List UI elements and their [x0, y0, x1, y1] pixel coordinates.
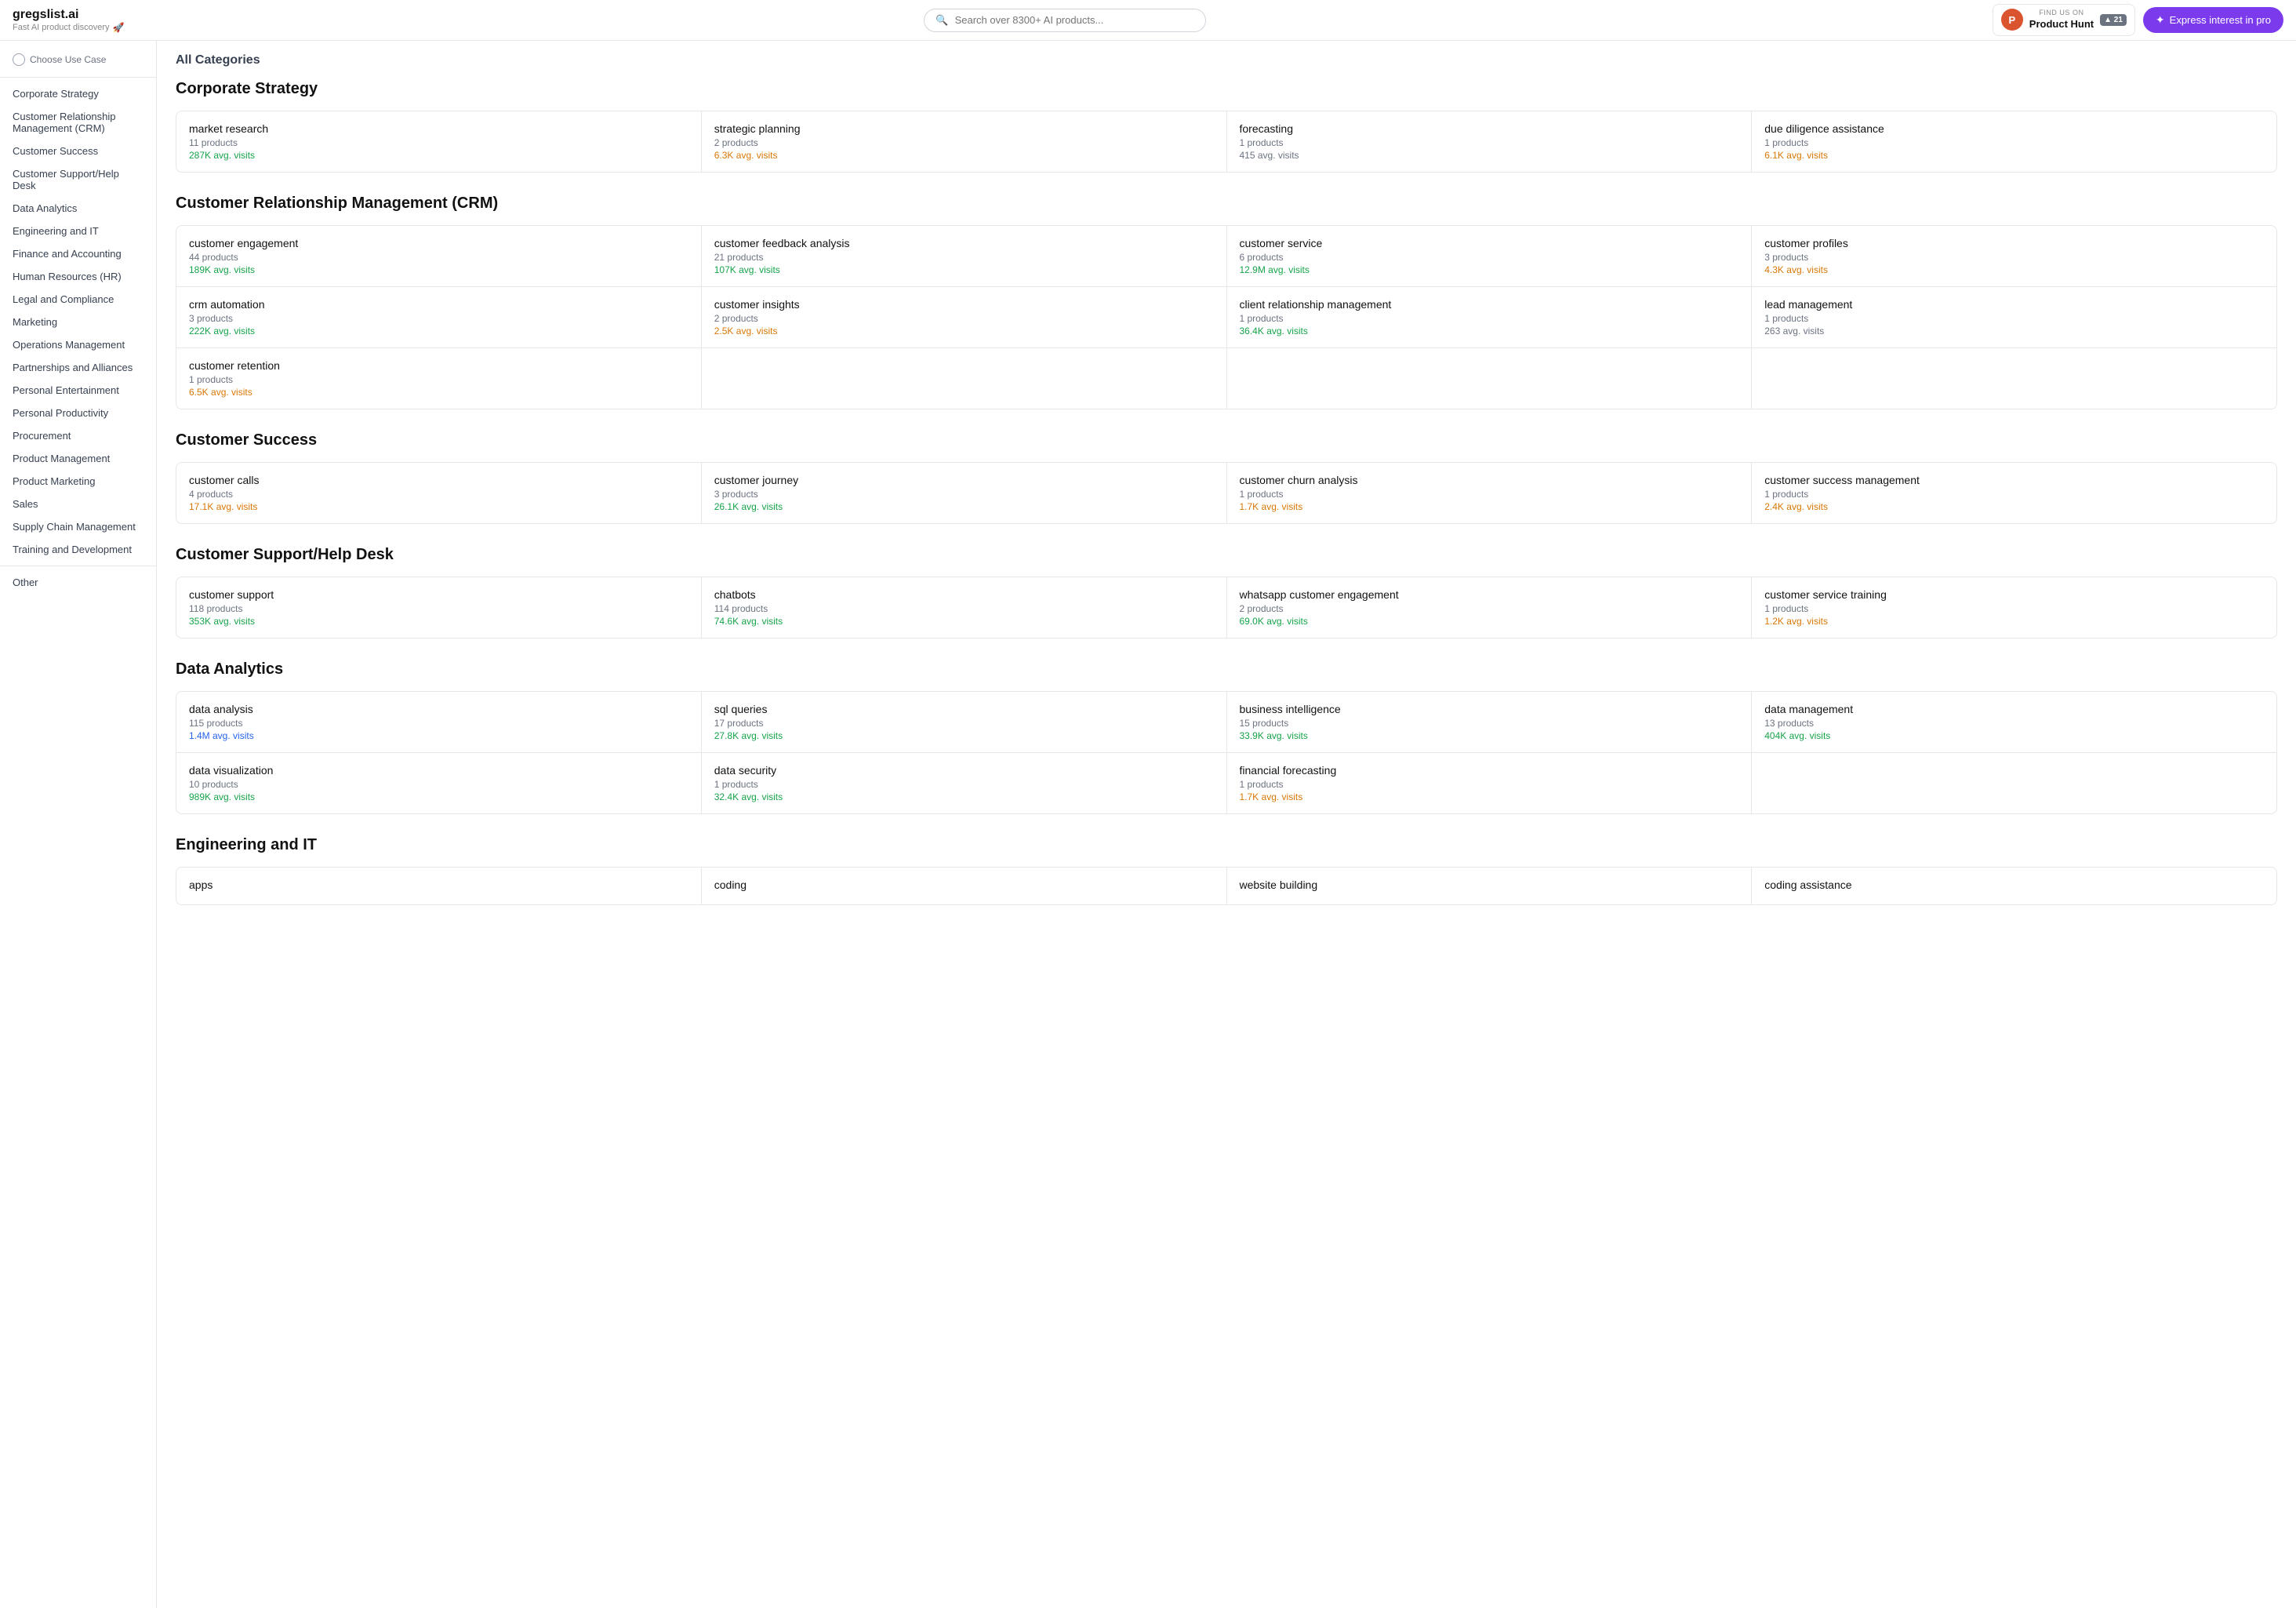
category-heading-customer-support: Customer Support/Help Desk [176, 546, 2277, 567]
sidebar-choose-use-case[interactable]: Choose Use Case [0, 47, 156, 72]
search-box: 🔍 [924, 9, 1206, 32]
search-icon: 🔍 [935, 14, 948, 27]
card-data-placeholder [1752, 753, 2276, 813]
sidebar-item-product-marketing[interactable]: Product Marketing [0, 470, 156, 493]
card-due-diligence[interactable]: due diligence assistance 1 products 6.1K… [1752, 111, 2276, 172]
card-coding[interactable]: coding [702, 868, 1226, 904]
card-crm-placeholder-2 [702, 348, 1226, 409]
card-customer-feedback[interactable]: customer feedback analysis 21 products 1… [702, 226, 1226, 286]
card-chatbots[interactable]: chatbots 114 products 74.6K avg. visits [702, 577, 1226, 638]
sidebar-item-partnerships[interactable]: Partnerships and Alliances [0, 356, 156, 379]
category-corporate-strategy: Corporate Strategy market research 11 pr… [176, 80, 2277, 173]
sidebar-item-corporate-strategy[interactable]: Corporate Strategy [0, 82, 156, 105]
sidebar: Choose Use Case Corporate Strategy Custo… [0, 41, 157, 1608]
sidebar-divider [0, 77, 156, 78]
star-icon: ✦ [2156, 13, 2165, 27]
card-customer-retention[interactable]: customer retention 1 products 6.5K avg. … [176, 348, 701, 409]
card-customer-engagement[interactable]: customer engagement 44 products 189K avg… [176, 226, 701, 286]
category-customer-success: Customer Success customer calls 4 produc… [176, 431, 2277, 524]
card-data-visualization[interactable]: data visualization 10 products 989K avg.… [176, 753, 701, 813]
card-data-analysis[interactable]: data analysis 115 products 1.4M avg. vis… [176, 692, 701, 752]
category-crm: Customer Relationship Management (CRM) c… [176, 195, 2277, 409]
card-customer-calls[interactable]: customer calls 4 products 17.1K avg. vis… [176, 463, 701, 523]
header-right: P FIND US ON Product Hunt ▲ 21 ✦ Express… [1993, 4, 2283, 36]
sidebar-item-personal-entertainment[interactable]: Personal Entertainment [0, 379, 156, 402]
sidebar-item-hr[interactable]: Human Resources (HR) [0, 265, 156, 288]
express-interest-button[interactable]: ✦ Express interest in pro [2143, 7, 2283, 33]
card-financial-forecasting[interactable]: financial forecasting 1 products 1.7K av… [1227, 753, 1752, 813]
card-customer-service[interactable]: customer service 6 products 12.9M avg. v… [1227, 226, 1752, 286]
sidebar-item-product-management[interactable]: Product Management [0, 447, 156, 470]
card-client-relationship[interactable]: client relationship management 1 product… [1227, 287, 1752, 347]
sidebar-item-supply-chain[interactable]: Supply Chain Management [0, 515, 156, 538]
sidebar-item-engineering[interactable]: Engineering and IT [0, 220, 156, 242]
sidebar-item-finance[interactable]: Finance and Accounting [0, 242, 156, 265]
card-business-intelligence[interactable]: business intelligence 15 products 33.9K … [1227, 692, 1752, 752]
card-sql-queries[interactable]: sql queries 17 products 27.8K avg. visit… [702, 692, 1226, 752]
product-hunt-button[interactable]: P FIND US ON Product Hunt ▲ 21 [1993, 4, 2135, 36]
circle-icon [13, 53, 25, 66]
card-coding-assistance[interactable]: coding assistance [1752, 868, 2276, 904]
page-title: All Categories [176, 53, 2277, 67]
logo-area: gregslist.ai Fast AI product discovery 🚀 [13, 8, 138, 33]
sidebar-item-personal-productivity[interactable]: Personal Productivity [0, 402, 156, 424]
layout: Choose Use Case Corporate Strategy Custo… [0, 41, 2296, 1608]
card-customer-success-mgmt[interactable]: customer success management 1 products 2… [1752, 463, 2276, 523]
cards-grid-corporate-strategy: market research 11 products 287K avg. vi… [176, 111, 2277, 173]
card-whatsapp[interactable]: whatsapp customer engagement 2 products … [1227, 577, 1752, 638]
card-strategic-planning[interactable]: strategic planning 2 products 6.3K avg. … [702, 111, 1226, 172]
category-heading-engineering: Engineering and IT [176, 836, 2277, 857]
product-hunt-count: ▲ 21 [2100, 14, 2127, 26]
card-customer-insights[interactable]: customer insights 2 products 2.5K avg. v… [702, 287, 1226, 347]
category-heading-data-analytics: Data Analytics [176, 660, 2277, 682]
search-area: 🔍 [138, 9, 1993, 32]
product-hunt-icon: P [2001, 9, 2023, 31]
cards-grid-data-analytics: data analysis 115 products 1.4M avg. vis… [176, 691, 2277, 814]
card-crm-placeholder-3 [1227, 348, 1752, 409]
sidebar-item-sales[interactable]: Sales [0, 493, 156, 515]
card-apps[interactable]: apps [176, 868, 701, 904]
card-forecasting[interactable]: forecasting 1 products 415 avg. visits [1227, 111, 1752, 172]
sidebar-item-crm[interactable]: Customer Relationship Management (CRM) [0, 105, 156, 140]
sidebar-item-training[interactable]: Training and Development [0, 538, 156, 561]
category-data-analytics: Data Analytics data analysis 115 product… [176, 660, 2277, 814]
card-customer-profiles[interactable]: customer profiles 3 products 4.3K avg. v… [1752, 226, 2276, 286]
card-website-building[interactable]: website building [1227, 868, 1752, 904]
sidebar-item-marketing[interactable]: Marketing [0, 311, 156, 333]
rocket-icon: 🚀 [113, 22, 125, 33]
sidebar-item-other[interactable]: Other [0, 571, 156, 594]
sidebar-item-customer-support[interactable]: Customer Support/Help Desk [0, 162, 156, 197]
card-crm-automation[interactable]: crm automation 3 products 222K avg. visi… [176, 287, 701, 347]
sidebar-item-data-analytics[interactable]: Data Analytics [0, 197, 156, 220]
cards-grid-customer-success: customer calls 4 products 17.1K avg. vis… [176, 462, 2277, 524]
search-input[interactable] [955, 14, 1195, 26]
card-market-research[interactable]: market research 11 products 287K avg. vi… [176, 111, 701, 172]
logo-subtitle: Fast AI product discovery 🚀 [13, 22, 138, 33]
cards-grid-crm: customer engagement 44 products 189K avg… [176, 225, 2277, 409]
sidebar-item-procurement[interactable]: Procurement [0, 424, 156, 447]
category-customer-support: Customer Support/Help Desk customer supp… [176, 546, 2277, 638]
sidebar-item-customer-success[interactable]: Customer Success [0, 140, 156, 162]
sidebar-item-operations[interactable]: Operations Management [0, 333, 156, 356]
logo-title: gregslist.ai [13, 8, 138, 22]
category-heading-corporate-strategy: Corporate Strategy [176, 80, 2277, 101]
category-heading-crm: Customer Relationship Management (CRM) [176, 195, 2277, 216]
sidebar-item-legal[interactable]: Legal and Compliance [0, 288, 156, 311]
cards-grid-engineering: apps coding website building coding assi… [176, 867, 2277, 905]
card-data-management[interactable]: data management 13 products 404K avg. vi… [1752, 692, 2276, 752]
cards-grid-customer-support: customer support 118 products 353K avg. … [176, 577, 2277, 638]
card-crm-placeholder-4 [1752, 348, 2276, 409]
card-customer-journey[interactable]: customer journey 3 products 26.1K avg. v… [702, 463, 1226, 523]
card-customer-churn[interactable]: customer churn analysis 1 products 1.7K … [1227, 463, 1752, 523]
product-hunt-text: FIND US ON Product Hunt [2029, 9, 2094, 31]
card-customer-support[interactable]: customer support 118 products 353K avg. … [176, 577, 701, 638]
card-data-security[interactable]: data security 1 products 32.4K avg. visi… [702, 753, 1226, 813]
header: gregslist.ai Fast AI product discovery 🚀… [0, 0, 2296, 41]
card-lead-management[interactable]: lead management 1 products 263 avg. visi… [1752, 287, 2276, 347]
card-service-training[interactable]: customer service training 1 products 1.2… [1752, 577, 2276, 638]
category-heading-customer-success: Customer Success [176, 431, 2277, 453]
main-content: All Categories Corporate Strategy market… [157, 41, 2296, 1608]
category-engineering: Engineering and IT apps coding website b… [176, 836, 2277, 905]
